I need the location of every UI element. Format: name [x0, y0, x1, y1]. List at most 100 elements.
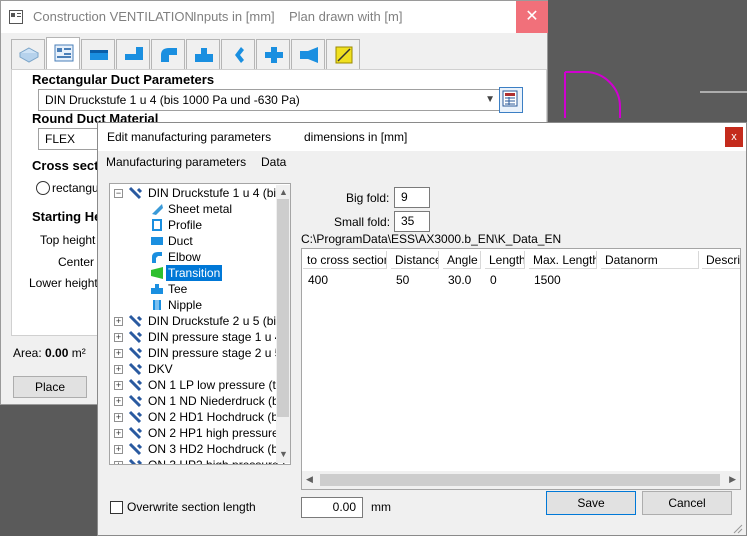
profile-icon — [152, 219, 162, 231]
wrench-icon — [128, 394, 143, 408]
app-icon — [9, 10, 23, 24]
table-button[interactable] — [499, 87, 523, 113]
expand-icon[interactable]: + — [114, 365, 123, 374]
tab-ruler[interactable] — [326, 39, 360, 69]
pressure-stage-tree[interactable]: − DIN Druckstufe 1 u 4 (bis Sheet metal … — [109, 183, 291, 465]
expand-icon[interactable]: + — [114, 461, 123, 464]
tab-cube[interactable] — [11, 39, 45, 69]
duct-icon — [90, 50, 108, 60]
tree-item-label: DIN Druckstufe 1 u 4 (bis — [148, 186, 283, 200]
cancel-button[interactable]: Cancel — [642, 491, 732, 515]
transition-parameters-table[interactable]: to cross section Distance Angle Length M… — [301, 248, 741, 490]
scroll-down-icon[interactable]: ▼ — [279, 449, 288, 459]
small-fold-label: Small fold: — [334, 215, 391, 229]
tab-elbow[interactable] — [116, 39, 150, 69]
expand-icon[interactable]: + — [114, 397, 123, 406]
tree-item-label: ON 3 HD2 Hochdruck (bis — [148, 442, 287, 456]
tab-tee[interactable] — [186, 39, 220, 69]
tab-transition[interactable] — [221, 39, 255, 69]
save-button[interactable]: Save — [546, 491, 636, 515]
table-cell[interactable]: 1500 — [530, 271, 561, 289]
transition-icon — [235, 47, 244, 63]
tab-cross[interactable] — [256, 39, 290, 69]
big-fold-label: Big fold: — [346, 191, 390, 205]
tree-item-label: DIN pressure stage 2 u 5 — [148, 346, 282, 360]
tree-item-label: Sheet metal — [168, 202, 233, 216]
window-titlebar: Construction VENTILATION Inputs in [mm] … — [1, 1, 548, 33]
expand-icon[interactable]: + — [114, 381, 123, 390]
table-cell[interactable]: 50 — [392, 271, 409, 289]
scroll-left-icon[interactable]: ◀ — [306, 474, 313, 485]
expand-icon[interactable]: + — [114, 445, 123, 454]
table-cell[interactable]: 30.0 — [444, 271, 471, 289]
wrench-icon — [128, 186, 143, 200]
column-header[interactable]: to cross section — [303, 251, 387, 269]
close-button[interactable]: ✕ — [516, 1, 548, 33]
area-label: Area: — [13, 346, 42, 360]
sheet-metal-icon — [152, 204, 163, 215]
window-title: Construction VENTILATION — [33, 9, 194, 24]
resize-grip-icon[interactable] — [730, 521, 744, 535]
overwrite-label: Overwrite section length — [127, 500, 256, 514]
rect-duct-group-label: Rectangular Duct Parameters — [32, 72, 215, 87]
big-fold-input[interactable]: 9 — [394, 187, 430, 208]
small-fold-input[interactable]: 35 — [394, 211, 430, 232]
table-grid-icon — [502, 90, 518, 107]
bend-icon — [161, 48, 177, 62]
tree-item-label: DIN pressure stage 1 u 4 — [148, 330, 282, 344]
dialog-title: Edit manufacturing parameters — [107, 130, 272, 144]
elbow-icon — [152, 252, 162, 263]
expand-icon[interactable]: + — [114, 317, 123, 326]
duct-icon — [151, 237, 163, 245]
table-hscrollbar[interactable]: ◀ ▶ — [302, 471, 740, 489]
tab-table[interactable] — [46, 37, 80, 69]
column-header[interactable]: Angle — [443, 251, 481, 269]
column-header[interactable]: Distance — [391, 251, 439, 269]
expand-icon[interactable]: + — [114, 333, 123, 342]
tab-reducer[interactable] — [291, 39, 325, 69]
scroll-up-icon[interactable]: ▲ — [279, 187, 288, 197]
wrench-icon — [128, 410, 143, 424]
dialog-close-button[interactable]: x — [725, 127, 743, 147]
place-button[interactable]: Place — [13, 376, 87, 398]
transition-icon — [151, 267, 163, 279]
rectangular-radio[interactable] — [36, 181, 50, 195]
elbow-icon — [125, 47, 143, 60]
menu-data[interactable]: Data — [261, 155, 286, 169]
table-icon — [54, 44, 74, 62]
collapse-icon[interactable]: − — [114, 189, 123, 198]
area-readout: Area: 0.00 m² — [13, 346, 86, 360]
expand-icon[interactable]: + — [114, 429, 123, 438]
table-cell[interactable]: 0 — [486, 271, 497, 289]
menu-manufacturing-parameters[interactable]: Manufacturing parameters — [106, 155, 246, 169]
column-header[interactable]: Datanorm — [601, 251, 699, 269]
scroll-right-icon[interactable]: ▶ — [729, 474, 736, 485]
expand-icon[interactable]: + — [114, 413, 123, 422]
column-header[interactable]: Length — [485, 251, 525, 269]
overwrite-checkbox[interactable] — [110, 501, 123, 514]
data-path: C:\ProgramData\ESS\AX3000.b_EN\K_Data_EN — [301, 232, 562, 246]
tree-item-label: ON 1 LP low pressure (to — [148, 378, 283, 392]
rect-duct-select[interactable]: DIN Druckstufe 1 u 4 (bis 1000 Pa und -6… — [38, 89, 500, 111]
column-header[interactable]: Max. Length — [529, 251, 597, 269]
scrollbar-thumb[interactable] — [277, 199, 289, 417]
top-height-label: Top height — [40, 233, 96, 247]
tab-bend[interactable] — [151, 39, 185, 69]
column-header[interactable]: Descri — [702, 251, 740, 269]
dialog-titlebar: Edit manufacturing parameters dimensions… — [98, 123, 746, 151]
tab-duct[interactable] — [81, 39, 115, 69]
tree-item-label: ON 2 HP1 high pressure ( — [148, 426, 287, 440]
tree-item-label: Tee — [168, 282, 188, 296]
expand-icon[interactable]: + — [114, 349, 123, 358]
nipple-icon — [153, 300, 161, 310]
tree-item-label: DIN Druckstufe 2 u 5 (bis — [148, 314, 283, 328]
area-unit: m² — [71, 346, 86, 360]
wrench-icon — [128, 346, 143, 360]
wrench-icon — [128, 314, 143, 328]
table-cell[interactable]: 400 — [304, 271, 328, 289]
section-length-input[interactable]: 0.00 — [301, 497, 363, 518]
tree-scrollbar[interactable]: ▲ ▼ — [276, 185, 290, 463]
cube-icon — [19, 47, 39, 63]
wrench-icon — [128, 378, 143, 392]
hscroll-thumb[interactable] — [320, 474, 720, 486]
